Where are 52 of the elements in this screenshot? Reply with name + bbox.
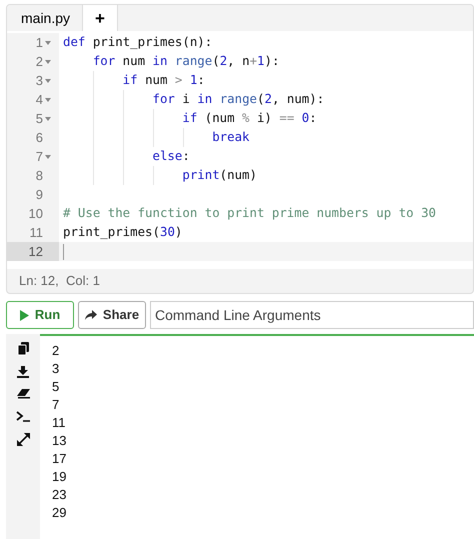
copy-icon[interactable] [18,342,28,355]
add-tab-button[interactable]: + [82,5,118,31]
line-number: 8 [36,166,43,185]
code-line: # Use the function to print prime numbers up to 30 [63,204,436,222]
text-cursor [63,244,64,260]
code-editor[interactable] [7,31,473,269]
output-line: 7 [52,396,60,414]
line-number: 10 [28,204,43,223]
fold-caret-icon[interactable] [45,60,51,64]
share-button[interactable]: Share [78,301,146,329]
output-line: 17 [52,450,66,468]
download-icon[interactable] [17,366,29,378]
fold-caret-icon[interactable] [45,154,51,158]
run-button[interactable]: Run [6,301,74,329]
output-line: 3 [52,360,60,378]
fold-caret-icon[interactable] [45,116,51,120]
line-number: 5 [36,110,43,128]
cursor-position: Ln: 12, Col: 1 [19,272,100,290]
output-line: 19 [52,468,66,486]
play-icon [20,310,29,320]
line-number: 2 [36,52,43,71]
line-number: 11 [30,224,43,242]
code-line: print(num) [181,166,257,184]
terminal-icon[interactable] [16,411,30,422]
code-line: def print_primes(n): [63,33,212,52]
expand-icon[interactable] [16,433,30,446]
output-line: 13 [52,432,66,450]
code-line: for num in range(2, n+1): [92,52,280,70]
eraser-icon[interactable] [16,389,30,400]
output-line: 29 [52,504,66,522]
line-number: 12 [28,242,43,261]
line-number: 3 [36,72,43,90]
output-line: 5 [52,378,60,396]
arguments-field[interactable]: Command Line Arguments [150,301,474,329]
output-line: 2 [52,342,60,360]
fold-caret-icon[interactable] [45,40,51,44]
share-arrow-icon [84,310,97,320]
code-line: print_primes(30) [63,223,182,242]
output-line: 23 [52,486,66,504]
output-line: 11 [52,414,66,432]
line-number: 6 [36,128,43,147]
code-line: if num > 1: [122,71,205,90]
fold-caret-icon[interactable] [45,98,51,102]
code-line: break [211,128,250,146]
line-number: 7 [36,148,43,166]
fold-caret-icon[interactable] [45,78,51,82]
line-number: 9 [36,186,43,204]
line-number: 1 [36,34,43,52]
code-line: else: [152,147,190,166]
line-number: 4 [36,90,43,109]
code-line: if (num % i) == 0: [181,109,317,128]
code-line: for i in range(2, num): [152,90,324,108]
